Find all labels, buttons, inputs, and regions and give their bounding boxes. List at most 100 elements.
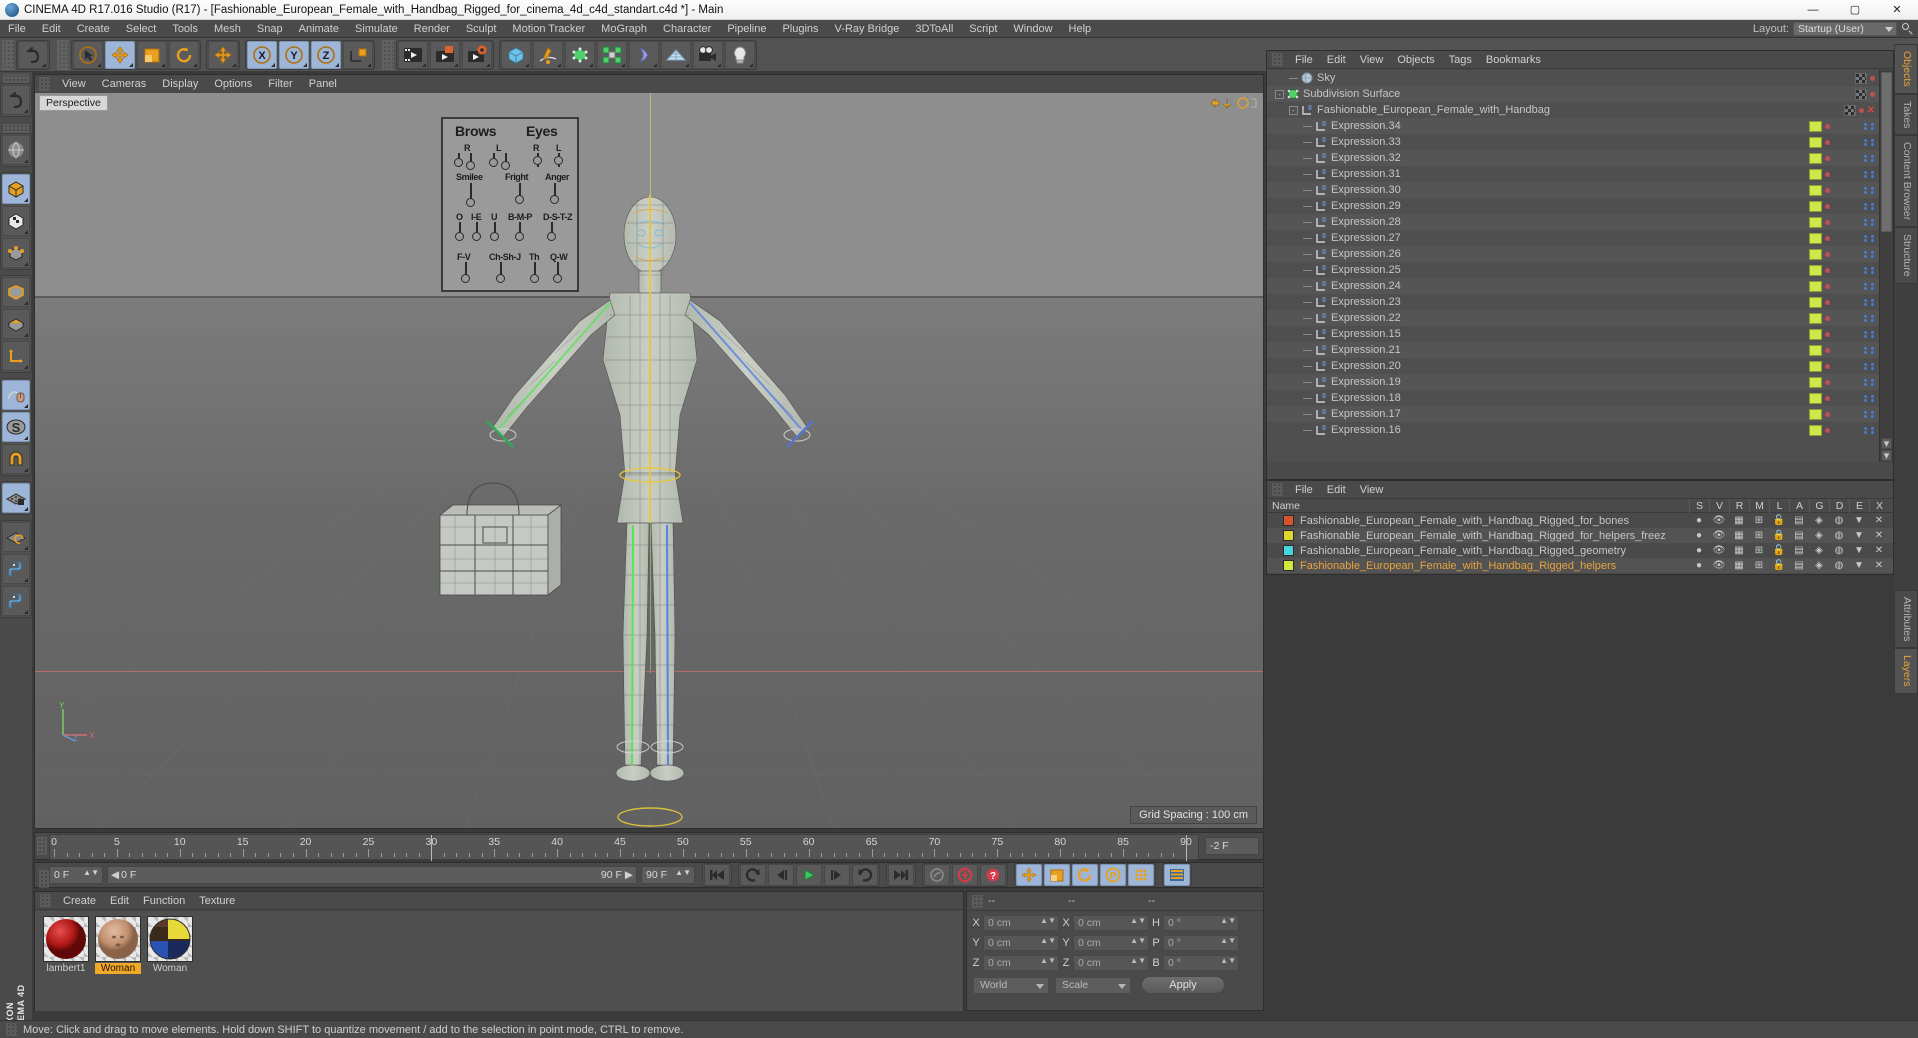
autokey-icon[interactable] [952, 864, 978, 886]
expression-tag-icon[interactable] [1809, 392, 1822, 404]
morph-brow-r-right-knob[interactable] [466, 161, 475, 170]
material-thumbnail[interactable] [43, 916, 89, 962]
menu-3dtoall[interactable]: 3DToAll [907, 20, 961, 38]
expression-tag-icon[interactable] [1809, 328, 1822, 340]
layer-animation-toggle[interactable]: ▤ [1789, 545, 1809, 556]
layer-manager-toggle[interactable]: ⊞ [1749, 545, 1769, 556]
visibility-dot-icon[interactable] [1825, 347, 1830, 353]
coordinate-position-field[interactable]: 0 cm ▲▼ [983, 954, 1059, 971]
layer-row-toggles[interactable]: ● 👁 ▦ ⊞ 🔒 ▤ ◈ ◍ ▼ ✕ [1689, 528, 1889, 543]
layer-solo-toggle[interactable]: ● [1689, 515, 1709, 526]
globe-wireframe-icon[interactable] [2, 135, 30, 165]
viewport-menu-cameras[interactable]: Cameras [94, 75, 155, 93]
object-row[interactable]: 0 Expression.19 [1267, 374, 1879, 390]
morph-o-knob[interactable] [455, 232, 464, 241]
visibility-dot-icon[interactable] [1825, 331, 1830, 337]
layer-column-M[interactable]: M [1749, 499, 1769, 513]
coordinate-system-dropdown[interactable]: World [973, 976, 1049, 994]
layer-manager-toggle[interactable]: ⊞ [1749, 530, 1769, 541]
face-morph-hud[interactable]: Brows Eyes R L R L Smilee Fright Anger O I-E U B-M-P… [441, 117, 579, 292]
record-active-objects-icon[interactable] [924, 864, 950, 886]
morph-fv-knob[interactable] [461, 274, 470, 283]
menu-snap[interactable]: Snap [249, 20, 291, 38]
select-cursor-icon[interactable] [73, 40, 103, 69]
expression-tag-icon[interactable] [1809, 248, 1822, 260]
morph-anger-knob[interactable] [550, 195, 559, 204]
layer-lock-toggle[interactable]: 🔒 [1769, 530, 1789, 541]
current-frame-field[interactable]: 0 F ▲▼ [49, 866, 103, 884]
coordinate-position-field[interactable]: 0 cm ▲▼ [983, 914, 1059, 931]
maximize-button[interactable]: ▢ [1834, 0, 1876, 20]
toolbar-grip[interactable] [57, 39, 69, 70]
timeline-end-marker[interactable] [1186, 835, 1187, 861]
spinner-icon[interactable]: ▲▼ [1130, 956, 1146, 964]
visibility-dot-icon[interactable] [1825, 123, 1830, 129]
menu-animate[interactable]: Animate [291, 20, 347, 38]
scroll-down-arrow-icon[interactable]: ▾ [1881, 438, 1892, 450]
menu-pipeline[interactable]: Pipeline [719, 20, 774, 38]
material-item[interactable]: Woman [95, 916, 141, 1011]
deformer-icon[interactable] [629, 40, 659, 69]
morph-th-knob[interactable] [530, 274, 539, 283]
left-toolbar-grip[interactable] [3, 124, 29, 133]
snap-lock-icon[interactable] [2, 483, 30, 513]
menu-script[interactable]: Script [961, 20, 1005, 38]
coordinate-position-field[interactable]: 0 cm ▲▼ [983, 934, 1059, 951]
layer-animation-toggle[interactable]: ▤ [1789, 515, 1809, 526]
object-row-tags[interactable] [1809, 150, 1879, 166]
texture-tag-icon[interactable] [1855, 72, 1867, 84]
expression-tag-icon[interactable] [1809, 168, 1822, 180]
xpresso-tag-icon[interactable] [1862, 281, 1875, 292]
vtab-attributes[interactable]: Attributes [1894, 590, 1918, 649]
menu-simulate[interactable]: Simulate [347, 20, 406, 38]
xpresso-tag-icon[interactable] [1862, 361, 1875, 372]
timeline-grip[interactable] [37, 837, 47, 855]
frame-range-scrubber[interactable]: ◀ 0 F 90 F ▶ [107, 866, 637, 884]
workplane-icon[interactable] [2, 522, 30, 552]
object-row[interactable]: 0 Expression.23 [1267, 294, 1879, 310]
scale-key-icon[interactable] [1044, 864, 1070, 886]
menu-edit[interactable]: Edit [34, 20, 69, 38]
tree-expander-icon[interactable]: - [1275, 89, 1284, 99]
object-row[interactable]: 0 Expression.16 [1267, 422, 1879, 438]
visibility-dot-icon[interactable] [1870, 91, 1875, 97]
axis-z-icon[interactable]: Z [311, 40, 341, 69]
object-manager-menu-edit[interactable]: Edit [1320, 51, 1353, 69]
soft-selection-icon[interactable]: S [2, 412, 30, 442]
undo-icon[interactable] [18, 40, 48, 69]
status-bar-grip[interactable] [6, 1023, 17, 1036]
visibility-dot-icon[interactable] [1825, 155, 1830, 161]
object-row[interactable]: Sky [1267, 70, 1879, 86]
move-icon[interactable] [105, 40, 135, 69]
menu-character[interactable]: Character [655, 20, 719, 38]
object-row-tags[interactable] [1855, 86, 1879, 102]
viewport-nav-gizmo[interactable] [1207, 95, 1257, 114]
object-row-tags[interactable] [1809, 390, 1879, 406]
layer-render-toggle[interactable]: ▦ [1729, 545, 1749, 556]
morph-eye-l-knob[interactable] [554, 156, 563, 165]
layer-deformers-toggle[interactable]: ◍ [1829, 545, 1849, 556]
layer-color-swatch[interactable] [1283, 560, 1294, 571]
menu-render[interactable]: Render [406, 20, 458, 38]
object-row[interactable]: 0 Expression.31 [1267, 166, 1879, 182]
expression-tag-icon[interactable] [1809, 408, 1822, 420]
object-row[interactable]: 0 Expression.17 [1267, 406, 1879, 422]
object-manager-menu-tags[interactable]: Tags [1442, 51, 1479, 69]
object-row-tags[interactable] [1809, 294, 1879, 310]
object-row[interactable]: 0 Expression.26 [1267, 246, 1879, 262]
layer-lock-toggle[interactable]: 🔓 [1769, 545, 1789, 556]
vtab-structure[interactable]: Structure [1894, 227, 1918, 284]
visibility-dot-icon[interactable] [1825, 139, 1830, 145]
visibility-dot-icon[interactable] [1825, 299, 1830, 305]
expression-tag-icon[interactable] [1809, 200, 1822, 212]
toolbar-grip[interactable] [2, 39, 14, 70]
layer-lock-toggle[interactable]: 🔓 [1769, 560, 1789, 571]
object-row-tags[interactable]: ✕ [1843, 102, 1879, 118]
rotate-icon[interactable] [169, 40, 199, 69]
visibility-dot-icon[interactable] [1825, 363, 1830, 369]
visibility-dot-icon[interactable] [1825, 315, 1830, 321]
menu-create[interactable]: Create [69, 20, 118, 38]
layer-generators-toggle[interactable]: ◈ [1809, 530, 1829, 541]
layer-manager-toggle[interactable]: ⊞ [1749, 560, 1769, 571]
object-row-tags[interactable] [1809, 262, 1879, 278]
